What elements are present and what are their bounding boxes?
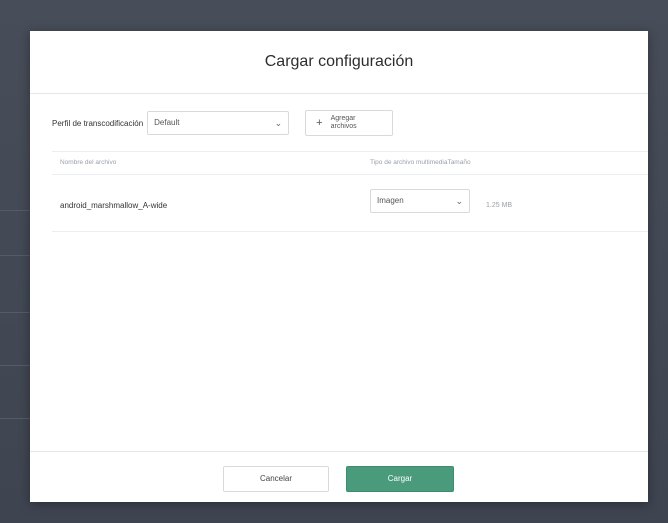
add-files-button[interactable]: + Agregar archivos bbox=[305, 110, 394, 136]
background-divider bbox=[0, 255, 30, 256]
column-header-filename: Nombre del archivo bbox=[60, 159, 117, 166]
add-files-label: Agregar archivos bbox=[331, 115, 357, 131]
file-size: 1.25 MB bbox=[486, 202, 513, 209]
background-divider bbox=[0, 312, 30, 313]
add-files-label-line2: archivos bbox=[330, 123, 357, 130]
transcoding-profile-value: Default bbox=[154, 118, 180, 127]
dialog-title: Cargar configuración bbox=[30, 31, 648, 94]
add-files-label-line1: Agregar bbox=[330, 115, 356, 122]
files-table-header: Nombre del archivo Tipo de archivo multi… bbox=[52, 151, 648, 175]
column-header-media-type: Tipo de archivo multimedia bbox=[370, 159, 448, 166]
background-divider bbox=[0, 210, 30, 211]
background-divider bbox=[0, 365, 30, 366]
dialog-footer: Cancelar Cargar bbox=[30, 451, 648, 503]
column-header-type-size: Tipo de archivo multimediaTamaño bbox=[370, 152, 471, 174]
cancel-button[interactable]: Cancelar bbox=[223, 466, 329, 492]
column-header-size: Tamaño bbox=[447, 159, 471, 166]
transcoding-profile-row: Perfil de transcodificación Default ⌄ + … bbox=[52, 110, 394, 136]
chevron-down-icon: ⌄ bbox=[455, 196, 463, 206]
transcoding-profile-label: Perfil de transcodificación bbox=[52, 118, 144, 128]
table-row: android_marshmallow_A-wide Imagen ⌄ 1.25… bbox=[52, 183, 648, 232]
media-type-value: Imagen bbox=[377, 196, 404, 205]
chevron-down-icon: ⌄ bbox=[274, 118, 283, 128]
load-button[interactable]: Cargar bbox=[346, 466, 454, 492]
transcoding-profile-select[interactable]: Default ⌄ bbox=[147, 111, 290, 135]
media-type-select[interactable]: Imagen ⌄ bbox=[370, 189, 470, 213]
plus-icon: + bbox=[316, 117, 323, 129]
background-divider bbox=[0, 418, 30, 419]
file-name: android_marshmallow_A-wide bbox=[60, 201, 168, 210]
upload-settings-dialog: Cargar configuración Perfil de transcodi… bbox=[30, 31, 648, 502]
